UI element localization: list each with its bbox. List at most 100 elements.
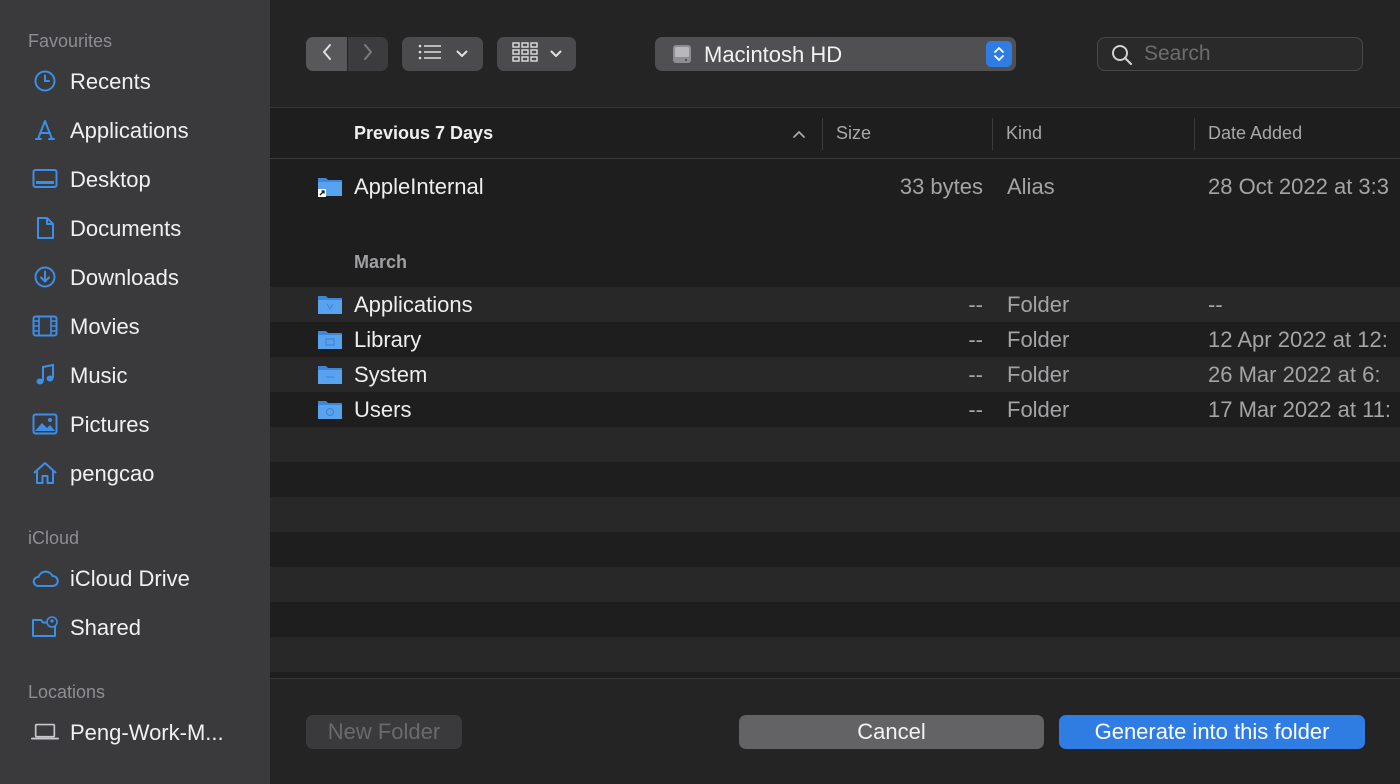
sidebar-item-label: Peng-Work-M...: [70, 720, 224, 745]
gallery-view-button[interactable]: [497, 37, 576, 71]
column-divider[interactable]: [992, 118, 993, 150]
column-header: Previous 7 Days Size Kind Date Added: [270, 108, 1400, 159]
laptop-icon: [31, 720, 59, 744]
table-row[interactable]: AppleInternal 33 bytes Alias 28 Oct 2022…: [270, 169, 1400, 204]
chevron-down-icon: [550, 45, 562, 63]
empty-row-stripe: [270, 497, 1400, 532]
table-row[interactable]: Users -- Folder 17 Mar 2022 at 11:: [270, 392, 1400, 427]
sidebar-item-shared[interactable]: Shared: [0, 607, 270, 647]
file-date-added: --: [1208, 292, 1223, 317]
column-header-name[interactable]: Previous 7 Days: [354, 123, 493, 144]
location-popup[interactable]: Macintosh HD: [655, 37, 1016, 71]
column-header-date-added[interactable]: Date Added: [1208, 123, 1302, 144]
sidebar: Favourites Recents Applications Desktop …: [0, 0, 270, 784]
back-button[interactable]: [306, 37, 347, 71]
chevron-right-icon: [362, 43, 374, 66]
file-kind: Folder: [1007, 292, 1070, 317]
sidebar-item-applications[interactable]: Applications: [0, 110, 270, 150]
chevron-down-icon: [456, 45, 468, 63]
folder-icon: [317, 398, 343, 420]
file-date-added: 17 Mar 2022 at 11:: [1208, 397, 1392, 422]
sidebar-item-desktop[interactable]: Desktop: [0, 159, 270, 199]
sidebar-item-label: Documents: [70, 216, 182, 241]
empty-row-stripe: [270, 567, 1400, 602]
sidebar-item-computer[interactable]: Peng-Work-M...: [0, 712, 270, 752]
home-icon: [31, 461, 59, 485]
list-view-button[interactable]: [402, 37, 483, 71]
column-divider[interactable]: [1194, 118, 1195, 150]
file-name: AppleInternal: [354, 174, 484, 199]
sidebar-item-label: Downloads: [70, 265, 179, 290]
group-label: March: [354, 252, 408, 272]
applications-icon: [31, 118, 59, 142]
sidebar-item-label: Shared: [70, 615, 141, 640]
table-row[interactable]: System -- Folder 26 Mar 2022 at 6:: [270, 357, 1400, 392]
new-folder-button[interactable]: New Folder: [306, 715, 462, 749]
sidebar-item-label: Music: [70, 363, 128, 388]
file-kind: Folder: [1007, 362, 1070, 387]
film-icon: [31, 314, 59, 338]
chevron-left-icon: [321, 43, 333, 66]
sidebar-section-locations: Locations: [28, 682, 106, 702]
file-size: 33 bytes: [899, 174, 983, 199]
sidebar-item-pengcao[interactable]: pengcao: [0, 453, 270, 493]
sidebar-item-label: Pictures: [70, 412, 150, 437]
sidebar-item-documents[interactable]: Documents: [0, 208, 270, 248]
sidebar-item-label: pengcao: [70, 461, 155, 486]
sidebar-section-icloud: iCloud: [28, 528, 80, 548]
file-size: --: [968, 397, 983, 422]
table-row[interactable]: Applications -- Folder --: [270, 287, 1400, 322]
column-divider[interactable]: [822, 118, 823, 150]
file-name: Library: [354, 327, 422, 352]
sidebar-item-label: Recents: [70, 69, 151, 94]
dialog-footer: New Folder Cancel Generate into this fol…: [270, 678, 1400, 784]
file-kind: Folder: [1007, 327, 1070, 352]
sidebar-item-pictures[interactable]: Pictures: [0, 404, 270, 444]
forward-button[interactable]: [348, 37, 388, 71]
sidebar-item-downloads[interactable]: Downloads: [0, 257, 270, 297]
grid-icon: [511, 41, 538, 67]
folder-alias-icon: [317, 175, 343, 197]
shared-folder-icon: [31, 615, 59, 639]
column-header-size[interactable]: Size: [836, 123, 871, 144]
clock-icon: [31, 69, 59, 93]
sidebar-item-label: Applications: [70, 118, 189, 143]
desktop-icon: [31, 167, 59, 191]
file-kind: Folder: [1007, 397, 1070, 422]
column-header-kind[interactable]: Kind: [1006, 123, 1042, 144]
empty-row-stripe: [270, 427, 1400, 462]
folder-icon: [317, 328, 343, 350]
sidebar-item-label: Desktop: [70, 167, 151, 192]
cloud-icon: [31, 566, 59, 590]
sidebar-item-music[interactable]: Music: [0, 355, 270, 395]
file-name: System: [354, 362, 428, 387]
sidebar-item-label: Movies: [70, 314, 140, 339]
sidebar-item-recents[interactable]: Recents: [0, 61, 270, 101]
file-name: Applications: [354, 292, 473, 317]
file-browser: Macintosh HD Previous 7 Days Size Kind D…: [270, 0, 1400, 784]
download-icon: [31, 265, 59, 289]
file-date-added: 26 Mar 2022 at 6:: [1208, 362, 1381, 387]
folder-icon: [317, 363, 343, 385]
sidebar-item-movies[interactable]: Movies: [0, 306, 270, 346]
search-field[interactable]: [1097, 37, 1363, 71]
location-name: Macintosh HD: [704, 42, 843, 67]
sidebar-item-icloud-drive[interactable]: iCloud Drive: [0, 558, 270, 598]
sort-ascending-icon[interactable]: [792, 126, 806, 144]
cancel-button[interactable]: Cancel: [739, 715, 1044, 749]
generate-button[interactable]: Generate into this folder: [1059, 715, 1365, 749]
sidebar-section-favourites: Favourites: [28, 31, 113, 51]
file-date-added: 12 Apr 2022 at 12:: [1208, 327, 1388, 352]
file-size: --: [968, 362, 983, 387]
empty-row-stripe: [270, 637, 1400, 672]
updown-chevron-icon: [986, 41, 1012, 67]
search-input[interactable]: [1144, 42, 1344, 66]
file-name: Users: [354, 397, 412, 422]
folder-icon: [317, 293, 343, 315]
table-row[interactable]: Library -- Folder 12 Apr 2022 at 12:: [270, 322, 1400, 357]
list-icon: [418, 44, 442, 65]
file-kind: Alias: [1007, 174, 1055, 199]
music-note-icon: [31, 363, 59, 387]
file-size: --: [968, 327, 983, 352]
search-icon: [1111, 44, 1133, 71]
